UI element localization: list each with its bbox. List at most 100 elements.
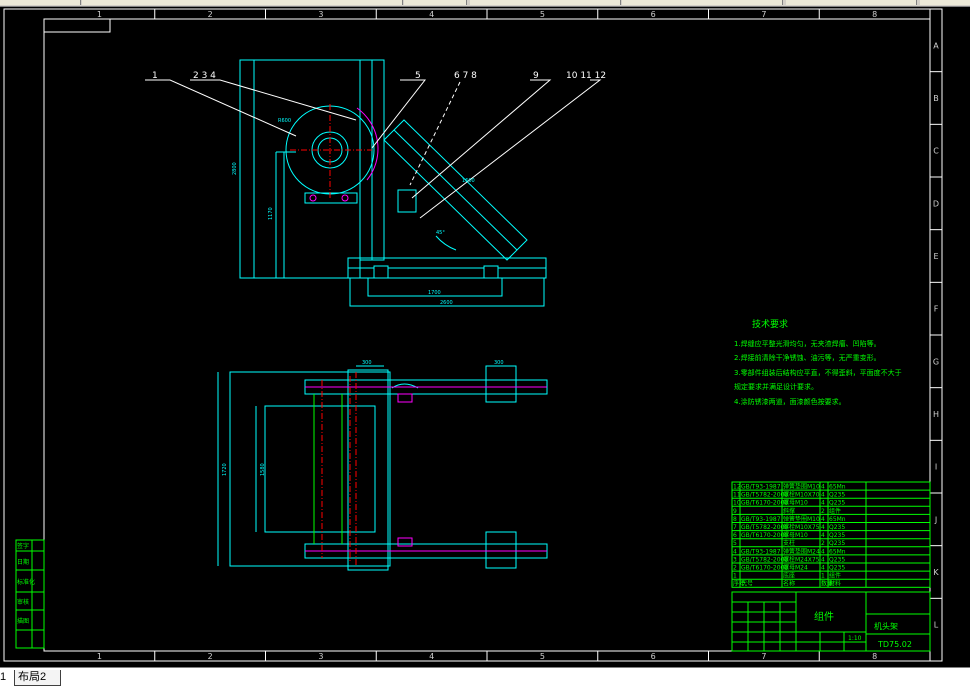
bom-cell: 斜撑 [783, 507, 795, 515]
bom-cell: 4 [821, 492, 825, 499]
linetype-dropdown[interactable] [622, 0, 783, 5]
notes-title: 技术要求 [752, 318, 788, 330]
strip-label-1: 日期 [17, 558, 29, 566]
plan-centerlines [321, 372, 357, 566]
bom-cell: Q235 [829, 540, 845, 547]
grid-row-label: B [933, 94, 939, 103]
toolbar-segment[interactable] [404, 0, 467, 5]
brace-bracket [397, 189, 417, 213]
grid-row-label: F [934, 305, 939, 314]
note-1: 1.焊缝应平整光滑均匀，无夹渣焊瘤、凹陷等。 [734, 339, 881, 348]
bom-cell: 1 [733, 573, 737, 580]
toolbar-segment[interactable] [0, 0, 81, 5]
plan-highlight [305, 386, 547, 552]
bom-cell: 4 [821, 565, 825, 572]
bom-cell: GB/T5782-2000 [741, 556, 788, 563]
bom-cell: 4 [821, 532, 825, 539]
bom-cell: 螺栓M24X75 [783, 555, 820, 563]
drawing-sheet[interactable]: 1122334455667788 ABCDEFGHIJKL 1 2 3 4 5 … [0, 6, 970, 666]
bom-cell: 4 [821, 524, 825, 531]
bom-cell: 4 [821, 556, 825, 563]
bom-cell: 螺母M10 [783, 499, 808, 507]
bom-cell: 65Mn [829, 548, 846, 555]
grid-col-label: 1 [97, 652, 102, 661]
lineweight-dropdown[interactable] [786, 0, 917, 5]
leader-label-3: 5 [415, 71, 421, 81]
grid-row-label: I [935, 463, 937, 472]
strip-label-4: 描图 [17, 617, 29, 625]
bom-header-cell: 代号 [741, 580, 753, 588]
bom-cell: 底座 [783, 572, 795, 580]
dim-base-inner: 1700 [428, 290, 441, 296]
title-part-name: 组件 [814, 610, 834, 623]
bom-cell: 12 [733, 484, 741, 491]
bom-cell: GB/T6170-2000 [741, 532, 788, 539]
bom-cell: 4 [821, 516, 825, 523]
bom-cell: 2 [821, 508, 825, 515]
bom-table: 12 GB/T93-1987 弹簧垫圈M10 4 65Mn11 GB/T5782-2000… [731, 481, 931, 588]
bom-cell: 组件 [829, 507, 841, 515]
bom-header-cell: 名称 [783, 580, 795, 588]
bom-cell: 4 [821, 484, 825, 491]
bom-cell: 螺栓M10X70 [783, 491, 820, 499]
bom-cell: GB/T5782-2000 [741, 524, 788, 531]
title-drawing-no: TD75.02 [877, 640, 912, 649]
bom-cell: 8 [733, 516, 737, 523]
grid-row-label: K [933, 568, 939, 577]
bom-cell: GB/T6170-2000 [741, 565, 788, 572]
dim-plan-width: 1720 [222, 463, 228, 476]
bom-cell: 2 [733, 565, 737, 572]
dim-base-outer: 2600 [440, 300, 453, 306]
bom-cell: GB/T5782-2000 [741, 492, 788, 499]
bom-cell: 6 [733, 532, 737, 539]
bom-cell: 4 [821, 548, 825, 555]
title-drawing-name: 机头架 [874, 621, 898, 631]
dim-height-total: 2800 [232, 162, 238, 175]
grid-col-label: 6 [651, 10, 656, 19]
bom-cell: Q235 [829, 500, 845, 507]
strip-label-2: 标准化 [17, 578, 35, 586]
grid-row-label: L [934, 621, 939, 630]
bom-header-cell: 材料 [829, 580, 841, 588]
bom-cell: 11 [733, 492, 741, 499]
grid-col-label: 2 [208, 10, 213, 19]
title-scale: 1:10 [848, 635, 862, 642]
grid-col-label: 4 [429, 652, 434, 661]
bom-cell: 1 [821, 573, 825, 580]
plan-envelope [229, 371, 391, 567]
bom-cell: 组件 [829, 572, 841, 580]
bom-cell: 4 [821, 500, 825, 507]
toolbar-segment[interactable] [82, 0, 403, 5]
bom-cell: GB/T93-1987 [741, 548, 781, 555]
bom-cell: Q235 [829, 532, 845, 539]
bom-cell: 10 [733, 500, 741, 507]
bom-cell: 螺母M24 [783, 564, 808, 572]
grid-row-label: E [933, 252, 938, 261]
bom-cell: 弹簧垫圈M10 [783, 483, 820, 491]
tab-layout-2[interactable]: 布局2 [14, 670, 61, 686]
grid-col-label: 8 [872, 652, 877, 661]
leader-label-6: 10 11 12 [566, 71, 606, 81]
bom-cell: 螺栓M10X75 [783, 523, 820, 531]
plan-view [217, 365, 548, 571]
plotstyle-dropdown[interactable] [920, 0, 970, 5]
layer-dropdown[interactable] [470, 0, 621, 5]
layout-tab-bar: 1 布局2 [0, 667, 970, 688]
leader-label-1: 1 [152, 71, 158, 81]
bom-cell: 弹簧垫圈M10 [783, 515, 820, 523]
grid-col-label: 6 [651, 652, 656, 661]
tab-layout-1[interactable]: 1 [0, 670, 14, 685]
grid-col-label: 2 [208, 652, 213, 661]
corner-box [44, 19, 111, 33]
left-strip [15, 539, 45, 649]
bom-cell: Q235 [829, 524, 845, 531]
leader-label-5: 9 [533, 71, 539, 81]
bom-cell: GB/T93-1987 [741, 484, 781, 491]
bom-cell: 7 [733, 524, 737, 531]
dim-top-a: 300 [362, 360, 372, 366]
grid-col-label: 7 [761, 652, 766, 661]
bom-cell: 3 [733, 556, 737, 563]
grid-row-label: H [933, 410, 939, 419]
front-view [239, 59, 547, 307]
grid-col-label: 4 [429, 10, 434, 19]
